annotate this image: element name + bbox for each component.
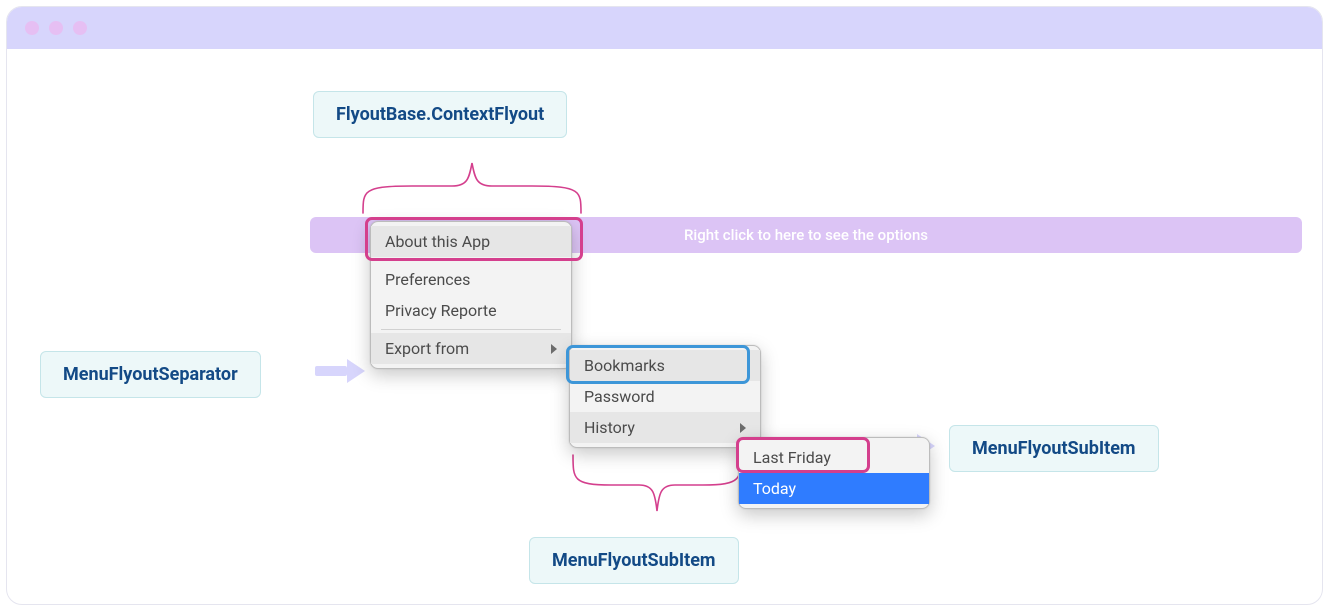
- menu-item-label: About this App: [385, 232, 490, 251]
- window-dot-min[interactable]: [49, 21, 63, 35]
- menu-item-label: History: [584, 418, 635, 437]
- menu-item-today[interactable]: Today: [739, 473, 929, 504]
- menu-item-label: Preferences: [385, 270, 470, 289]
- menu-separator: [381, 329, 561, 330]
- menu-item-password[interactable]: Password: [570, 381, 760, 412]
- menu-item-history[interactable]: History: [570, 412, 760, 443]
- menu-separator: [381, 260, 561, 261]
- menu-item-label: Password: [584, 387, 655, 406]
- brace-bottom: [567, 449, 747, 537]
- titlebar: [7, 7, 1322, 49]
- window-dot-max[interactable]: [73, 21, 87, 35]
- context-bar-text: Right click to here to see the options: [684, 226, 928, 244]
- menu-item-label: Bookmarks: [584, 356, 665, 375]
- window-dot-close[interactable]: [25, 21, 39, 35]
- submenu-export: Bookmarks Password History: [569, 345, 761, 448]
- menu-item-label: Export from: [385, 339, 469, 358]
- menu-item-privacy[interactable]: Privacy Reporte: [371, 295, 571, 326]
- menu-item-export[interactable]: Export from: [371, 333, 571, 364]
- arrow-separator: [315, 364, 365, 378]
- menu-item-label: Today: [753, 479, 796, 498]
- label-separator: MenuFlyoutSeparator: [40, 351, 261, 398]
- brace-top: [357, 141, 587, 219]
- label-contextflyout: FlyoutBase.ContextFlyout: [313, 91, 567, 138]
- label-subitem-bottom: MenuFlyoutSubItem: [529, 537, 739, 584]
- label-subitem-right: MenuFlyoutSubItem: [949, 425, 1159, 472]
- context-menu: About this App Preferences Privacy Repor…: [370, 221, 572, 369]
- menu-item-bookmarks[interactable]: Bookmarks: [570, 350, 760, 381]
- menu-item-about[interactable]: About this App: [371, 226, 571, 257]
- menu-item-label: Last Friday: [753, 448, 831, 467]
- menu-item-label: Privacy Reporte: [385, 301, 497, 320]
- menu-item-preferences[interactable]: Preferences: [371, 264, 571, 295]
- app-window: FlyoutBase.ContextFlyout MenuFlyoutSepar…: [6, 6, 1323, 605]
- menu-item-last-friday[interactable]: Last Friday: [739, 442, 929, 473]
- chevron-right-icon: [740, 423, 746, 433]
- submenu-history: Last Friday Today: [738, 437, 930, 509]
- diagram-canvas: FlyoutBase.ContextFlyout MenuFlyoutSepar…: [7, 49, 1322, 604]
- chevron-right-icon: [551, 344, 557, 354]
